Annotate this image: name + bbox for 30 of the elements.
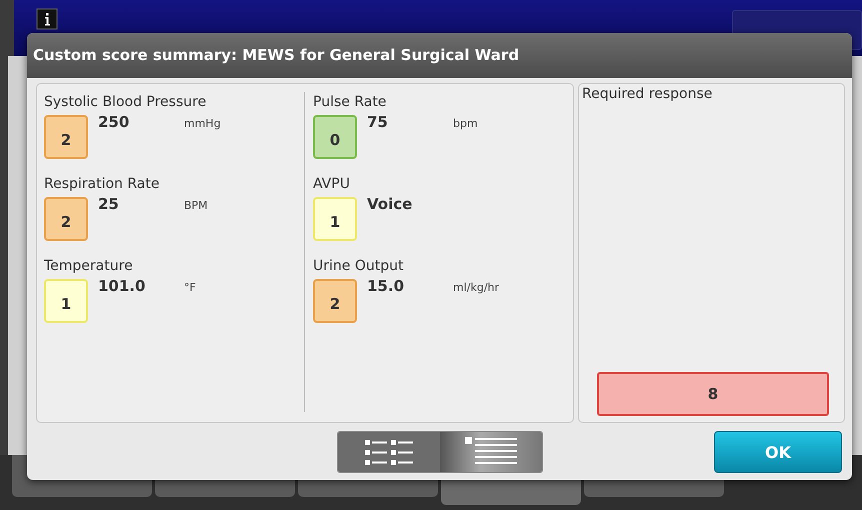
score-badge: 1 (44, 279, 88, 323)
parameter-value: 101.0 (97, 277, 146, 295)
score-badge: 2 (44, 115, 88, 159)
parameter-value: 15.0 (366, 277, 406, 295)
unit-label: bpm (453, 117, 478, 130)
parameter-value: 25 (97, 195, 120, 213)
score-badge: 2 (313, 279, 357, 323)
parameter-value: 75 (366, 113, 389, 131)
parameter-label: Respiration Rate (44, 175, 160, 194)
info-icon (36, 8, 58, 30)
dialog-title: Custom score summary: MEWS for General Surgical Ward (27, 33, 852, 78)
ok-button[interactable]: OK (714, 431, 842, 473)
parameter-label: Systolic Blood Pressure (44, 93, 208, 112)
column-view-button[interactable] (338, 432, 440, 472)
unit-label: BPM (184, 199, 208, 212)
score-badge: 0 (313, 115, 357, 159)
parameter-value: Voice (366, 195, 414, 213)
score-badge: 2 (44, 197, 88, 241)
unit-label: ml/kg/hr (453, 281, 500, 294)
parameter-label: Temperature (44, 257, 134, 276)
parameter-value: 250 (97, 113, 130, 131)
parameter-label: AVPU (313, 175, 351, 194)
unit-label: °F (184, 281, 196, 294)
list-view-button[interactable] (440, 432, 542, 472)
total-score: 8 (597, 372, 829, 416)
parameter-label: Pulse Rate (313, 93, 388, 112)
score-badge: 1 (313, 197, 357, 241)
response-label: Required response (582, 86, 714, 104)
parameter-label: Urine Output (313, 257, 404, 276)
unit-label: mmHg (184, 117, 221, 130)
